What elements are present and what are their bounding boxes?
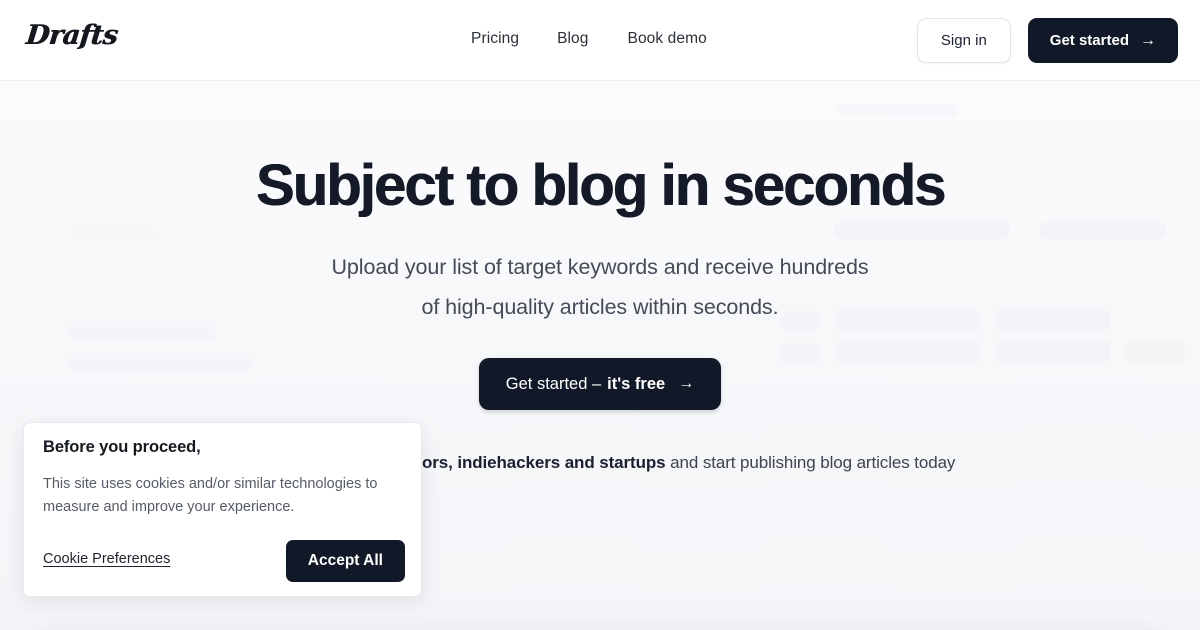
main-navigation: Pricing Blog Book demo	[471, 30, 707, 48]
get-started-label: Get started	[1049, 32, 1129, 49]
social-proof-suffix: and start publishing blog articles today	[665, 453, 956, 472]
site-header: Drafts Pricing Blog Book demo Sign in Ge…	[0, 0, 1200, 81]
brand-logo[interactable]: Drafts	[24, 20, 119, 51]
nav-item-book-demo[interactable]: Book demo	[628, 30, 707, 48]
accept-all-button[interactable]: Accept All	[285, 540, 405, 582]
sign-in-button[interactable]: Sign in	[916, 18, 1011, 63]
cookie-banner-title: Before you proceed,	[43, 438, 201, 456]
nav-item-pricing[interactable]: Pricing	[471, 30, 519, 48]
hero-subheadline: Upload your list of target keywords and …	[0, 247, 1200, 327]
cookie-consent-banner: Before you proceed, This site uses cooki…	[23, 422, 422, 597]
nav-item-blog[interactable]: Blog	[557, 30, 588, 48]
hero-subheadline-line-1: Upload your list of target keywords and …	[331, 255, 869, 279]
hero-get-started-button[interactable]: Get started – it's free →	[478, 358, 722, 410]
arrow-right-icon: →	[678, 375, 695, 392]
cookie-preferences-link[interactable]: Cookie Preferences	[43, 551, 170, 567]
hero-cta-emphasis-label: it's free	[607, 374, 666, 393]
hero-cta-lead-label: Get started –	[505, 374, 602, 393]
hero-subheadline-line-2: of high-quality articles within seconds.	[421, 295, 779, 319]
landing-page: Drafts Pricing Blog Book demo Sign in Ge…	[0, 0, 1200, 630]
get-started-button[interactable]: Get started →	[1027, 18, 1178, 63]
arrow-right-icon: →	[1140, 31, 1156, 49]
header-actions: Sign in Get started →	[916, 18, 1178, 63]
cookie-banner-body: This site uses cookies and/or similar te…	[43, 476, 378, 515]
hero-cta-wrapper: Get started – it's free →	[0, 358, 1200, 410]
page-title: Subject to blog in seconds	[255, 153, 946, 218]
